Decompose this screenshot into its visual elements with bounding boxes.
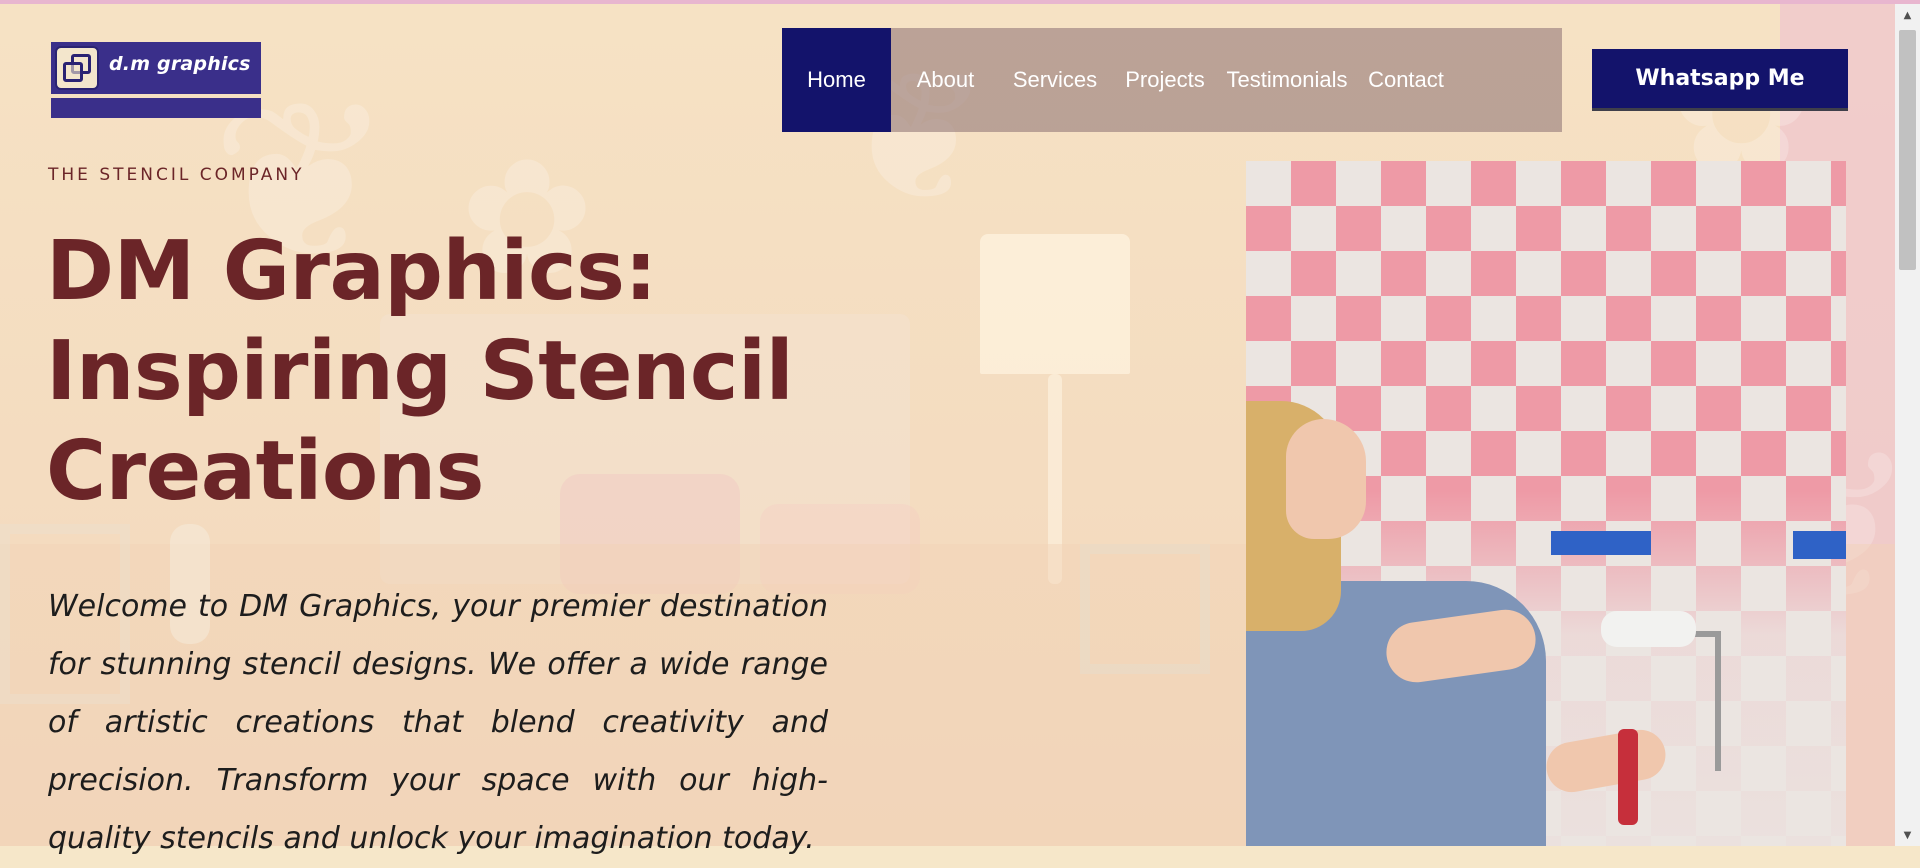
hero-title-line: DM Graphics:	[46, 224, 657, 319]
scrollbar-thumb[interactable]	[1899, 30, 1916, 270]
hero-intro-text: Welcome to DM Graphics, your premier des…	[48, 589, 828, 856]
hero-title-line: Inspiring Stencil	[46, 324, 794, 419]
person-face	[1286, 419, 1366, 539]
logo-text: d.m graphics	[109, 53, 251, 75]
logo-bottom-band	[51, 98, 261, 118]
paint-roller-head	[1601, 611, 1696, 647]
paint-roller-handle	[1618, 729, 1638, 825]
overlapping-squares-icon	[55, 46, 99, 90]
background-lamp	[980, 234, 1130, 374]
paint-roller-frame	[1641, 631, 1721, 771]
logo-top-band: d.m graphics	[51, 42, 261, 94]
background-picture-frame	[1080, 544, 1210, 674]
nav-item-services[interactable]: Services	[1000, 28, 1110, 132]
hero-kicker: THE STENCIL COMPANY	[48, 165, 305, 185]
site-logo[interactable]: d.m graphics	[51, 42, 261, 118]
hero-stencil-photo	[1246, 161, 1846, 846]
masking-tape	[1793, 531, 1846, 559]
main-navigation: Home About Services Projects Testimonial…	[782, 28, 1562, 132]
nav-item-about[interactable]: About	[891, 28, 1000, 132]
whatsapp-button[interactable]: Whatsapp Me	[1592, 49, 1848, 111]
nav-item-contact[interactable]: Contact	[1354, 28, 1458, 132]
nav-item-home[interactable]: Home	[782, 28, 891, 132]
chevron-down-icon[interactable]: ▼	[1899, 828, 1916, 844]
nav-item-testimonials[interactable]: Testimonials	[1220, 28, 1354, 132]
chevron-up-icon[interactable]: ▲	[1899, 8, 1916, 24]
hero-title: DM Graphics: Inspiring Stencil Creations	[46, 222, 806, 522]
masking-tape	[1551, 531, 1651, 555]
hero-title-line: Creations	[46, 424, 484, 519]
nav-item-projects[interactable]: Projects	[1110, 28, 1220, 132]
